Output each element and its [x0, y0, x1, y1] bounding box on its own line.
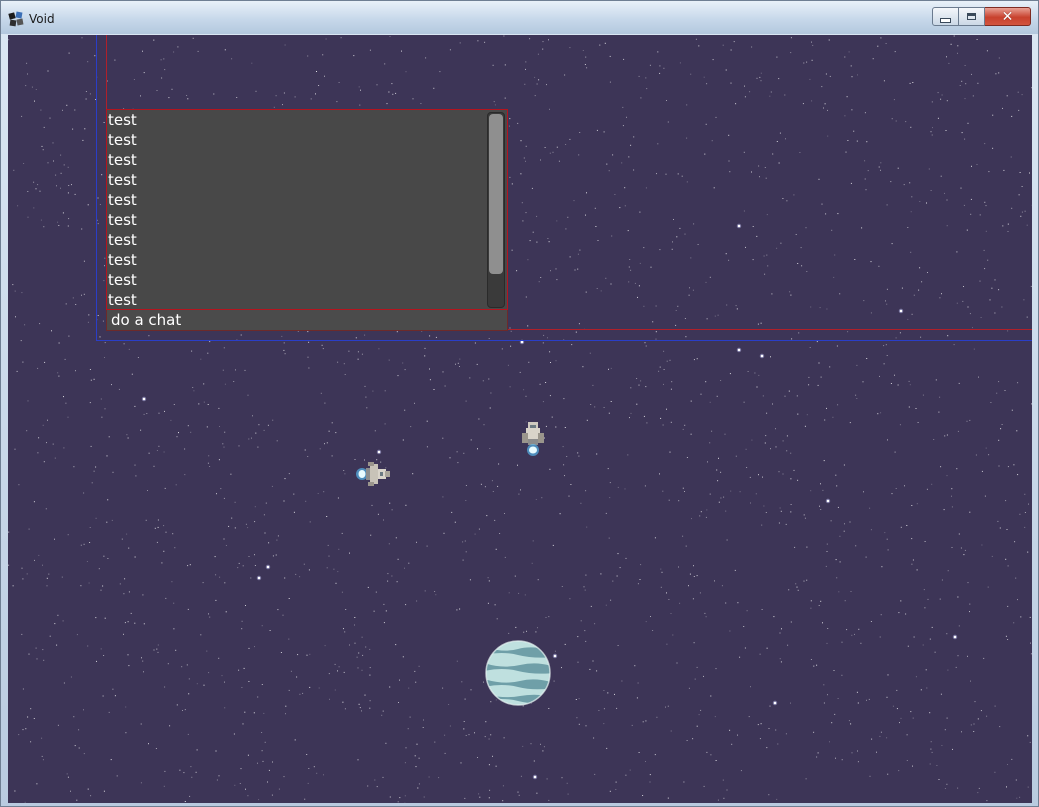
chat-message: test [108, 251, 137, 269]
maximize-icon [967, 13, 976, 20]
chat-lines: test test test test test test test test … [108, 110, 137, 310]
game-viewport[interactable]: test test test test test test test test … [8, 35, 1032, 803]
void-app-icon [8, 11, 24, 27]
layout-guide-line [506, 329, 1032, 330]
chat-message: test [108, 111, 137, 129]
chat-message: test [108, 131, 137, 149]
window-title: Void [29, 12, 55, 26]
chat-log[interactable]: test test test test test test test test … [106, 109, 508, 310]
chat-message: test [108, 151, 137, 169]
title-bar[interactable]: Void ✕ [1, 1, 1038, 34]
chat-message: test [108, 171, 137, 189]
close-icon: ✕ [1001, 8, 1014, 25]
planet-icon [485, 640, 551, 706]
maximize-button[interactable] [959, 7, 985, 26]
minimize-icon [940, 17, 951, 23]
layout-guide-line [96, 340, 1032, 341]
chat-scrollbar-thumb[interactable] [489, 114, 503, 274]
chat-message: test [108, 231, 137, 249]
window-controls: ✕ [932, 7, 1031, 26]
chat-scrollbar[interactable] [487, 112, 505, 308]
chat-message: test [108, 211, 137, 229]
layout-guide-line [106, 35, 107, 111]
chat-input[interactable]: do a chat [106, 310, 508, 331]
ship-icon [356, 462, 390, 486]
game-window: Void ✕ test test test test test test tes… [0, 0, 1039, 807]
chat-message: test [108, 291, 137, 309]
minimize-button[interactable] [932, 7, 959, 26]
close-button[interactable]: ✕ [985, 7, 1031, 26]
ship-icon [522, 422, 544, 456]
chat-message: test [108, 271, 137, 289]
layout-guide-line [96, 35, 97, 341]
chat-message: test [108, 191, 137, 209]
